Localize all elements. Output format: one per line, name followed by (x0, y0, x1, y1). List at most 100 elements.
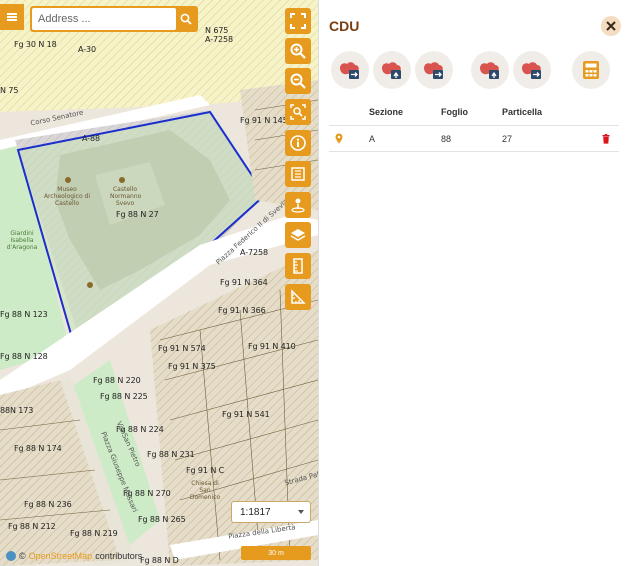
parcel-label: A-7258 (205, 35, 233, 44)
table-row[interactable]: A 88 27 (329, 126, 619, 152)
parcel-label: N 675 (205, 26, 229, 35)
parcel-label: 88N 173 (0, 406, 34, 415)
select-area-button[interactable] (471, 51, 509, 89)
calculate-button[interactable] (572, 51, 610, 89)
address-search-input[interactable] (32, 8, 176, 30)
address-search (30, 6, 198, 32)
parcel-label: Fg 91 N 375 (168, 362, 216, 371)
poi-label: Giardini Isabella d'Aragona (6, 230, 38, 251)
close-button[interactable] (601, 16, 621, 36)
attribution-link[interactable]: OpenStreetMap (29, 551, 93, 561)
parcel-label: Fg 30 N 18 (14, 40, 57, 49)
poi-museo-marker (65, 177, 71, 183)
map-attribution: © OpenStreetMap contributors (6, 551, 142, 561)
remove-parcel-button[interactable] (415, 51, 453, 89)
export-button[interactable] (513, 51, 551, 89)
parcel-label: Fg 88 N 231 (147, 450, 195, 459)
delete-row-button[interactable] (602, 133, 619, 144)
table-header: Sezione Foglio Particella (329, 99, 619, 126)
zoom-extent-icon (290, 104, 306, 120)
parcel-label: Fg 88 N D (140, 556, 179, 565)
column-header: Sezione (369, 107, 404, 117)
parcel-label: A-7258 (240, 248, 268, 257)
cdu-panel: CDU Sezione Foglio Particella A 88 27 (318, 0, 630, 566)
layers-icon (290, 229, 306, 241)
locate-button[interactable] (285, 192, 311, 218)
cell-foglio: 88 (441, 133, 452, 144)
parcel-label: Fg 91 N 145 (240, 116, 288, 125)
poi-label: Chiesa di San Domenico (189, 480, 221, 501)
add-parcel-icon (340, 62, 359, 79)
panel-title: CDU (329, 18, 360, 34)
calculator-icon (583, 61, 599, 79)
cell-particella: 27 (502, 133, 513, 144)
scale-value: 1:1817 (240, 506, 271, 518)
measure-area-button[interactable] (285, 284, 311, 310)
parcel-label: Fg 88 N 212 (8, 522, 56, 531)
poi-castello-marker (119, 177, 125, 183)
parcel-label: N 75 (0, 86, 19, 95)
attribution-prefix: © (19, 551, 26, 561)
zoom-out-button[interactable] (285, 68, 311, 94)
parcel-label: Fg 88 N 219 (70, 529, 118, 538)
column-header: Foglio (441, 107, 468, 117)
zoom-in-button[interactable] (285, 38, 311, 64)
add-parcel-button[interactable] (331, 51, 369, 89)
parcel-table: Sezione Foglio Particella A 88 27 (329, 99, 619, 152)
parcel-label: Fg 91 N 366 (218, 306, 266, 315)
parcel-label: Fg 91 N C (186, 466, 225, 475)
poi-label: Museo Archeologico di Castello (43, 186, 91, 207)
parcel-label: Fg 88 N 27 (116, 210, 159, 219)
globe-icon (6, 551, 16, 561)
select-parcel-icon (382, 62, 401, 79)
parcel-label: A-88 (82, 134, 100, 143)
map-view[interactable]: Fg 30 N 18 A-30 N 75 N 675 A-7258 A-88 F… (0, 0, 318, 566)
map-pin-icon (335, 133, 343, 144)
measure-length-button[interactable] (285, 253, 311, 279)
scale-bar-label: 30 m (268, 549, 284, 557)
parcel-label: Fg 91 N 364 (220, 278, 268, 287)
search-icon (180, 13, 192, 25)
column-header: Particella (502, 107, 543, 117)
zoom-to-parcel-button[interactable] (329, 133, 369, 144)
parcel-label: Fg 91 N 541 (222, 410, 270, 419)
trash-icon (602, 133, 610, 144)
parcel-label: Fg 88 N 123 (0, 310, 48, 319)
hamburger-icon (7, 16, 17, 18)
parcel-label: Fg 88 N 220 (93, 376, 141, 385)
select-area-icon (480, 62, 499, 79)
menu-button[interactable] (0, 4, 24, 30)
zoom-in-icon (290, 43, 306, 59)
legend-icon (291, 167, 305, 181)
poi-castello-s-marker (87, 282, 93, 288)
parcel-label: Fg 88 N 265 (138, 515, 186, 524)
zoom-extent-button[interactable] (285, 99, 311, 125)
map-base (0, 0, 318, 566)
measure-length-icon (293, 258, 303, 274)
parcel-label: Fg 88 N 236 (24, 500, 72, 509)
fullscreen-button[interactable] (285, 8, 311, 34)
locate-icon (291, 198, 305, 213)
measure-area-icon (291, 289, 306, 304)
remove-parcel-icon (424, 62, 443, 79)
zoom-out-icon (290, 73, 306, 89)
app: Fg 30 N 18 A-30 N 75 N 675 A-7258 A-88 F… (0, 0, 630, 566)
parcel-label: Fg 91 N 574 (158, 344, 206, 353)
scale-select[interactable]: 1:1817 (231, 501, 311, 523)
legend-button[interactable] (285, 161, 311, 187)
export-icon (522, 62, 541, 79)
search-button[interactable] (176, 8, 196, 30)
parcel-label: Fg 88 N 225 (100, 392, 148, 401)
chevron-down-icon (298, 510, 304, 514)
layers-button[interactable] (285, 222, 311, 248)
poi-label: Castello Normanno Svevo (110, 186, 142, 207)
parcel-label: A-30 (78, 45, 96, 54)
info-icon (290, 135, 306, 151)
attribution-suffix: contributors (95, 551, 143, 561)
parcel-label: Fg 91 N 410 (248, 342, 296, 351)
parcel-label: Fg 88 N 174 (14, 444, 62, 453)
info-button[interactable] (285, 130, 311, 156)
cell-sezione: A (369, 133, 376, 144)
close-icon (606, 21, 616, 31)
select-parcel-button[interactable] (373, 51, 411, 89)
